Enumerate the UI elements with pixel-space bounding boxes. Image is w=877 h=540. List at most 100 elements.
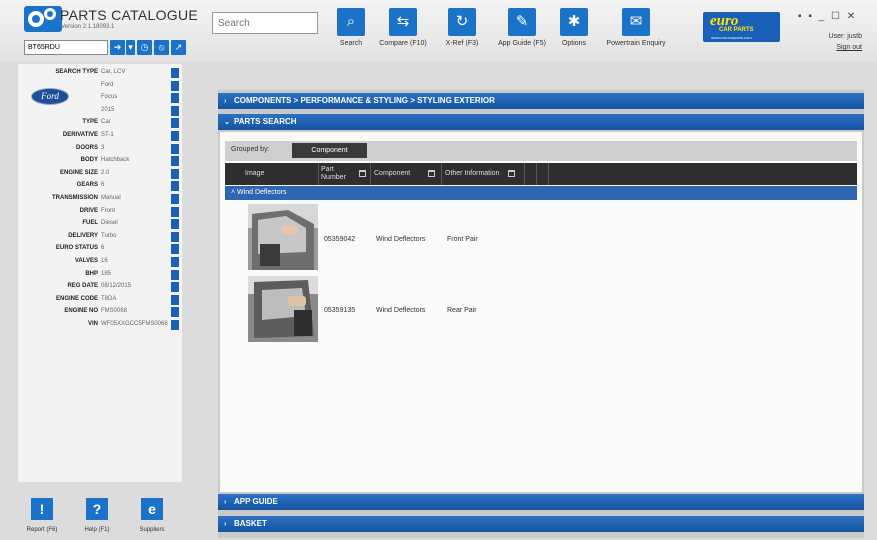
- vehicle-detail-key: VIN: [87, 321, 98, 327]
- part-number-cell[interactable]: 05359135: [324, 307, 355, 314]
- vehicle-detail-row: ENGINE CODE T8DA: [18, 294, 182, 306]
- euro-car-parts-logo: euro CAR PARTS www.eurocarparts.com: [703, 12, 780, 42]
- breadcrumb[interactable]: › COMPONENTS > PERFORMANCE & STYLING > ST…: [218, 93, 864, 109]
- app-version: Version 2.1.18093.1: [61, 24, 115, 30]
- vehicle-detail-value: T8DA: [101, 295, 117, 302]
- vehicle-detail-key: DERIVATIVE: [62, 132, 98, 138]
- component-cell: Wind Deflectors: [376, 307, 426, 314]
- group-chip-component[interactable]: Component: [292, 143, 367, 158]
- edit-field-button[interactable]: [171, 131, 179, 141]
- edit-field-button[interactable]: [171, 168, 179, 179]
- help-button[interactable]: ? Help (F1): [77, 498, 117, 533]
- vehicle-detail-value: 6: [101, 245, 105, 252]
- component-cell: Wind Deflectors: [376, 236, 426, 243]
- vehicle-detail-row: TYPE Car: [18, 117, 182, 129]
- vehicle-detail-value: Car, LCV: [101, 69, 126, 75]
- edit-field-button[interactable]: [171, 206, 179, 217]
- edit-field-button[interactable]: [171, 269, 179, 280]
- other-info-cell: Front Pair: [447, 236, 478, 243]
- edit-field-button[interactable]: [171, 194, 179, 204]
- edit-field-button[interactable]: [171, 80, 179, 91]
- part-number-cell[interactable]: 05359042: [324, 236, 355, 243]
- toolbar-compare-button[interactable]: ⇆ Compare (F10): [376, 8, 430, 47]
- go-arrow-icon[interactable]: ➔: [110, 40, 125, 55]
- wrench-icon: ✎: [508, 8, 536, 36]
- report-button[interactable]: ! Report (F6): [22, 498, 62, 533]
- vehicle-detail-row: REG DATE 08/12/2015: [18, 281, 182, 293]
- vehicle-detail-value: 08/12/2015: [101, 283, 132, 290]
- edit-field-button[interactable]: [171, 294, 179, 305]
- registration-input[interactable]: [24, 40, 108, 55]
- vehicle-detail-key: ENGINE NO: [64, 308, 98, 315]
- edit-field-button[interactable]: [171, 320, 179, 330]
- edit-field-button[interactable]: [171, 231, 179, 242]
- edit-field-button[interactable]: [171, 219, 179, 230]
- dropdown-icon[interactable]: ▾: [126, 40, 135, 55]
- toolbar-search-button[interactable]: ⌕ Search: [333, 8, 369, 47]
- column-header-other-info[interactable]: Other Information: [445, 163, 501, 185]
- filter-icon[interactable]: [508, 170, 515, 177]
- column-header-component[interactable]: Component: [374, 163, 424, 185]
- edit-field-button[interactable]: [171, 156, 179, 167]
- suppliers-button[interactable]: e Suppliers: [132, 498, 172, 533]
- vehicle-detail-value: 3: [101, 144, 105, 151]
- filter-icon[interactable]: [428, 170, 435, 177]
- vehicle-detail-row: BHP 185: [18, 269, 182, 281]
- vehicle-detail-row: BODY Hatchback: [18, 155, 182, 167]
- vehicle-detail-key: EURO STATUS: [55, 245, 98, 252]
- part-image-front-deflector[interactable]: [248, 204, 318, 270]
- vehicle-detail-row: VIN WF05XXGCC5FMS0068: [18, 319, 182, 331]
- part-image-rear-deflector[interactable]: [248, 276, 318, 342]
- vehicle-detail-value: 2015: [101, 106, 115, 113]
- mail-icon: ✉: [622, 8, 650, 36]
- edit-field-button[interactable]: [171, 257, 179, 267]
- vehicle-detail-key: ENGINE SIZE: [59, 169, 98, 176]
- pin-icon[interactable]: ↗: [171, 40, 186, 55]
- vehicle-detail-key: DOORS: [75, 144, 98, 151]
- app-title: PARTS CATALOGUE: [60, 7, 199, 23]
- vehicle-detail-value: 16: [101, 258, 108, 264]
- vehicle-detail-value: Hatchback: [101, 157, 130, 164]
- toolbar-options-button[interactable]: ✱ Options: [556, 8, 592, 47]
- edit-field-button[interactable]: [171, 307, 179, 318]
- vehicle-detail-value: WF05XXGCC5FMS0068: [101, 321, 168, 327]
- edit-field-button[interactable]: [171, 181, 179, 192]
- parts-search-header[interactable]: ⌄ PARTS SEARCH: [218, 114, 864, 130]
- app-logo-icon: [24, 6, 62, 32]
- help-icon: ?: [86, 498, 108, 520]
- vehicle-detail-key: DRIVE: [79, 207, 98, 214]
- vehicle-detail-value: ST-1: [101, 132, 114, 138]
- edit-field-button[interactable]: [171, 143, 179, 154]
- vehicle-detail-key: FUEL: [82, 220, 98, 227]
- edit-field-button[interactable]: [171, 244, 179, 255]
- vehicle-detail-row: DOORS 3: [18, 143, 182, 155]
- column-header-image[interactable]: Image: [245, 163, 315, 185]
- edit-field-button[interactable]: [171, 93, 179, 104]
- vehicle-detail-row: TRANSMISSION Manual: [18, 193, 182, 205]
- app-guide-section[interactable]: › APP GUIDE: [218, 494, 864, 510]
- group-row-wind-deflectors[interactable]: ˄ Wind Deflectors: [225, 186, 857, 200]
- vehicle-detail-value: Diesel: [101, 220, 118, 227]
- vehicle-detail-row: EURO STATUS 6: [18, 243, 182, 255]
- window-controls[interactable]: ▪ ▪ _ ☐ ✕: [798, 11, 857, 22]
- clear-icon[interactable]: ⦸: [154, 40, 169, 55]
- search-input[interactable]: [212, 12, 318, 34]
- vehicle-detail-key: DELIVERY: [68, 232, 98, 239]
- sign-out-link[interactable]: Sign out: [810, 44, 862, 51]
- edit-field-button[interactable]: [171, 282, 179, 293]
- edit-field-button[interactable]: [171, 68, 179, 78]
- vehicle-detail-value: 6: [101, 182, 105, 189]
- toolbar-xref-button[interactable]: ↻ X-Ref (F3): [440, 8, 484, 47]
- other-info-cell: Rear Pair: [447, 307, 477, 314]
- toolbar-app-guide-button[interactable]: ✎ App Guide (F5): [496, 8, 548, 47]
- toolbar-powertrain-button[interactable]: ✉ Powertrain Enquiry: [600, 8, 672, 47]
- column-header-part-number[interactable]: Part Number: [321, 163, 355, 185]
- filter-icon[interactable]: [359, 170, 366, 177]
- edit-field-button[interactable]: [171, 105, 179, 116]
- vehicle-detail-value: Front: [101, 207, 116, 214]
- history-icon[interactable]: ◷: [137, 40, 152, 55]
- edit-field-button[interactable]: [171, 118, 179, 129]
- vehicle-detail-value: 185: [101, 270, 112, 277]
- basket-section[interactable]: › BASKET: [218, 516, 864, 532]
- user-label: User: justb: [828, 33, 862, 40]
